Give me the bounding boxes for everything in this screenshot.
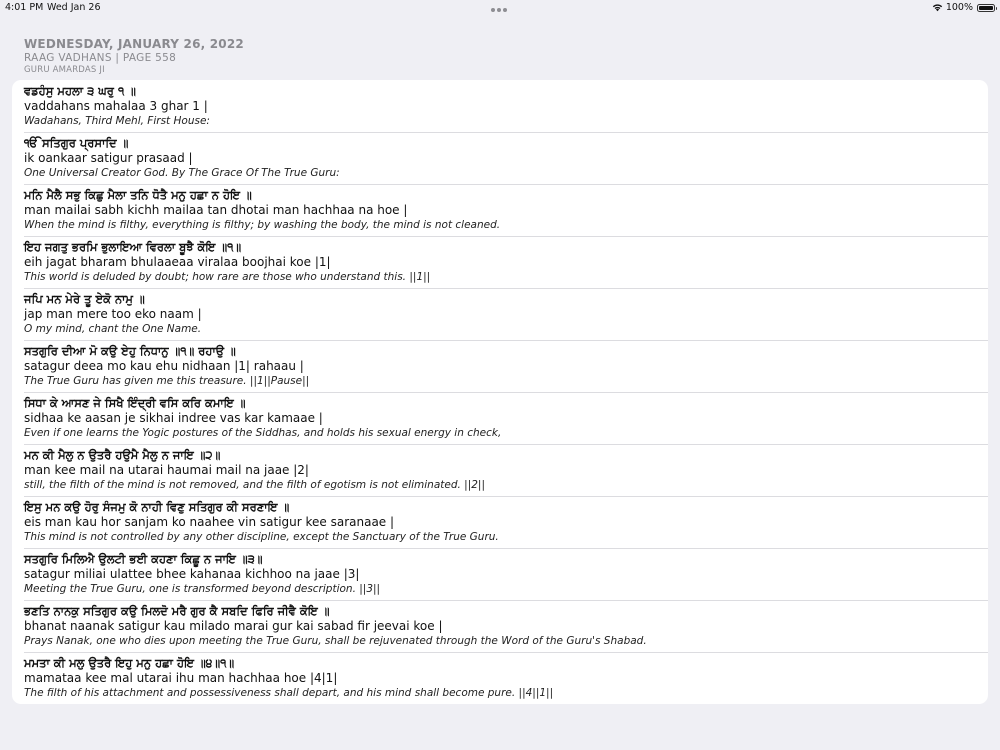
transliteration-text: mamataa kee mal utarai ihu man hachhaa h…	[24, 671, 338, 685]
status-bar: 4:01 PM Wed Jan 26 100%	[0, 0, 1000, 16]
transliteration-text: eis man kau hor sanjam ko naahee vin sat…	[24, 515, 395, 529]
verse-row[interactable]: ਵਡਹੰਸੁ ਮਹਲਾ ੩ ਘਰੁ ੧ ॥ vaddahans mahalaa …	[12, 80, 988, 132]
transliteration-text: bhanat naanak satigur kau milado marai g…	[24, 619, 443, 633]
gurmukhi-text: ਮਨ ਕੀ ਮੈਲੁ ਨ ਉਤਰੈ ਹਉਮੈ ਮੈਲੁ ਨ ਜਾਇ ॥੨॥	[24, 448, 221, 462]
gurmukhi-text: ਮਮਤਾ ਕੀ ਮਲੁ ਉਤਰੈ ਇਹੁ ਮਨੁ ਹਛਾ ਹੋਇ ॥੪॥੧॥	[24, 656, 235, 670]
verses-card: ਵਡਹੰਸੁ ਮਹਲਾ ੩ ਘਰੁ ੧ ॥ vaddahans mahalaa …	[12, 80, 988, 704]
status-date: Wed Jan 26	[47, 2, 101, 13]
translation-text: Even if one learns the Yogic postures of…	[24, 427, 502, 439]
gurmukhi-text: ਸਤਗੁਰਿ ਮਿਲਿਐ ਉਲਟੀ ਭਈ ਕਹਣਾ ਕਿਛੂ ਨ ਜਾਇ ॥੩॥	[24, 552, 263, 566]
translation-text: One Universal Creator God. By The Grace …	[24, 167, 340, 179]
author-label: GURU AMARDAS JI	[24, 65, 105, 75]
translation-text: still, the filth of the mind is not remo…	[24, 479, 486, 491]
gurmukhi-text: ਸਿਧਾ ਕੇ ਆਸਣ ਜੇ ਸਿਖੈ ਇੰਦ੍ਰੀ ਵਸਿ ਕਰਿ ਕਮਾਇ …	[24, 396, 246, 410]
verse-row[interactable]: ਸਤਗੁਰਿ ਦੀਆ ਮੋ ਕਉ ਏਹੁ ਨਿਧਾਨੁ ॥੧॥ ਰਹਾਉ ॥ s…	[12, 340, 988, 392]
status-indicators: 100%	[932, 2, 997, 13]
transliteration-text: satagur deea mo kau ehu nidhaan |1| raha…	[24, 359, 304, 373]
translation-text: Prays Nanak, one who dies upon meeting t…	[24, 635, 647, 647]
gurmukhi-text: ਮਨਿ ਮੈਲੈ ਸਭੁ ਕਿਛੁ ਮੈਲਾ ਤਨਿ ਧੋਤੈ ਮਨੁ ਹਛਾ …	[24, 188, 252, 202]
translation-text: The True Guru has given me this treasure…	[24, 375, 310, 387]
verse-row[interactable]: ਜਪਿ ਮਨ ਮੇਰੇ ਤੂ ਏਕੋ ਨਾਮੁ ॥ jap man mere t…	[12, 288, 988, 340]
transliteration-text: jap man mere too eko naam |	[24, 307, 202, 321]
status-time: 4:01 PM	[5, 2, 44, 13]
battery-percent: 100%	[945, 2, 973, 13]
transliteration-text: satagur miliai ulattee bhee kahanaa kich…	[24, 567, 360, 581]
translation-text: This mind is not controlled by any other…	[24, 531, 499, 543]
verse-row[interactable]: ਮਮਤਾ ਕੀ ਮਲੁ ਉਤਰੈ ਇਹੁ ਮਨੁ ਹਛਾ ਹੋਇ ॥੪॥੧॥ m…	[12, 652, 988, 704]
gurmukhi-text: ੴ ਸਤਿਗੁਰ ਪ੍ਰਸਾਦਿ ॥	[24, 136, 129, 150]
page-header: WEDNESDAY, JANUARY 26, 2022 RAAG VADHANS…	[24, 37, 924, 76]
verse-row[interactable]: ਇਸੁ ਮਨ ਕਉ ਹੋਰੁ ਸੰਜਮੁ ਕੋ ਨਾਹੀ ਵਿਣੁ ਸਤਿਗੁਰ…	[12, 496, 988, 548]
verse-row[interactable]: ਸਤਗੁਰਿ ਮਿਲਿਐ ਉਲਟੀ ਭਈ ਕਹਣਾ ਕਿਛੂ ਨ ਜਾਇ ॥੩॥…	[12, 548, 988, 600]
gurmukhi-text: ਵਡਹੰਸੁ ਮਹਲਾ ੩ ਘਰੁ ੧ ॥	[24, 84, 136, 98]
transliteration-text: man mailai sabh kichh mailaa tan dhotai …	[24, 203, 408, 217]
transliteration-text: sidhaa ke aasan je sikhai indree vas kar…	[24, 411, 323, 425]
raag-page-label: RAAG VADHANS | PAGE 558	[24, 52, 177, 64]
gurmukhi-text: ਇਹ ਜਗਤੁ ਭਰਮਿ ਭੁਲਾਇਆ ਵਿਰਲਾ ਬੂਝੈ ਕੋਇ ॥੧॥	[24, 240, 242, 254]
transliteration-text: vaddahans mahalaa 3 ghar 1 |	[24, 99, 208, 113]
wifi-icon	[932, 4, 943, 12]
translation-text: This world is deluded by doubt; how rare…	[24, 271, 431, 283]
battery-icon	[977, 3, 997, 12]
multitasking-dots-icon[interactable]	[491, 8, 507, 12]
translation-text: The filth of his attachment and possessi…	[24, 687, 554, 699]
gurmukhi-text: ਸਤਗੁਰਿ ਦੀਆ ਮੋ ਕਉ ਏਹੁ ਨਿਧਾਨੁ ॥੧॥ ਰਹਾਉ ॥	[24, 344, 236, 358]
verse-row[interactable]: ਇਹ ਜਗਤੁ ਭਰਮਿ ਭੁਲਾਇਆ ਵਿਰਲਾ ਬੂਝੈ ਕੋਇ ॥੧॥ e…	[12, 236, 988, 288]
transliteration-text: eih jagat bharam bhulaaeaa viralaa boojh…	[24, 255, 331, 269]
verse-row[interactable]: ਸਿਧਾ ਕੇ ਆਸਣ ਜੇ ਸਿਖੈ ਇੰਦ੍ਰੀ ਵਸਿ ਕਰਿ ਕਮਾਇ …	[12, 392, 988, 444]
transliteration-text: ik oankaar satigur prasaad |	[24, 151, 193, 165]
gurmukhi-text: ਜਪਿ ਮਨ ਮੇਰੇ ਤੂ ਏਕੋ ਨਾਮੁ ॥	[24, 292, 145, 306]
translation-text: When the mind is filthy, everything is f…	[24, 219, 501, 231]
verse-row[interactable]: ਮਨਿ ਮੈਲੈ ਸਭੁ ਕਿਛੁ ਮੈਲਾ ਤਨਿ ਧੋਤੈ ਮਨੁ ਹਛਾ …	[12, 184, 988, 236]
verse-row[interactable]: ਮਨ ਕੀ ਮੈਲੁ ਨ ਉਤਰੈ ਹਉਮੈ ਮੈਲੁ ਨ ਜਾਇ ॥੨॥ ma…	[12, 444, 988, 496]
date-heading: WEDNESDAY, JANUARY 26, 2022	[24, 37, 244, 51]
verse-row[interactable]: ਭਣਤਿ ਨਾਨਕੁ ਸਤਿਗੁਰ ਕਉ ਮਿਲਦੋ ਮਰੈ ਗੁਰ ਕੈ ਸਬ…	[12, 600, 988, 652]
transliteration-text: man kee mail na utarai haumai mail na ja…	[24, 463, 309, 477]
gurmukhi-text: ਭਣਤਿ ਨਾਨਕੁ ਸਤਿਗੁਰ ਕਉ ਮਿਲਦੋ ਮਰੈ ਗੁਰ ਕੈ ਸਬ…	[24, 604, 330, 618]
verse-row[interactable]: ੴ ਸਤਿਗੁਰ ਪ੍ਰਸਾਦਿ ॥ ik oankaar satigur pr…	[12, 132, 988, 184]
translation-text: Wadahans, Third Mehl, First House:	[24, 115, 210, 127]
gurmukhi-text: ਇਸੁ ਮਨ ਕਉ ਹੋਰੁ ਸੰਜਮੁ ਕੋ ਨਾਹੀ ਵਿਣੁ ਸਤਿਗੁਰ…	[24, 500, 290, 514]
translation-text: Meeting the True Guru, one is transforme…	[24, 583, 381, 595]
translation-text: O my mind, chant the One Name.	[24, 323, 202, 335]
